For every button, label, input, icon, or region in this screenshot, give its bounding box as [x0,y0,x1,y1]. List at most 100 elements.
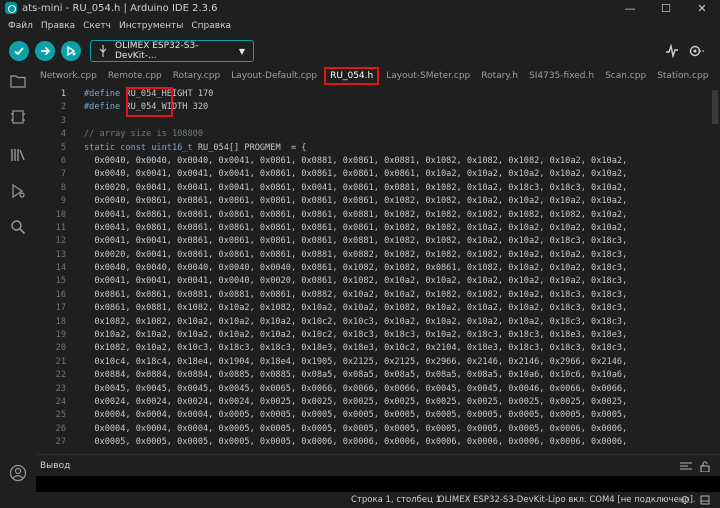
code-line[interactable]: 0x0040, 0x0861, 0x0861, 0x0861, 0x0861, … [84,195,710,208]
tab-station-cpp[interactable]: Station.cpp [653,66,712,86]
title-bar: ats-mini - RU_054.h | Arduino IDE 2.3.6 … [0,0,720,16]
menu-tools[interactable]: Инструменты [115,21,187,31]
code-line[interactable]: 0x0024, 0x0024, 0x0024, 0x0024, 0x0025, … [84,396,710,409]
line-number: 25 [55,410,66,421]
menu-edit[interactable]: Правка [37,21,79,31]
code-line[interactable]: 0x10a2, 0x10a2, 0x10a2, 0x10a2, 0x10a2, … [84,329,710,342]
code-content[interactable]: #define RU_054_HEIGHT 170 #define RU_054_… [84,88,710,450]
serial-plotter-icon[interactable] [665,44,679,58]
account-icon[interactable] [9,464,27,482]
code-line[interactable]: 0x0004, 0x0004, 0x0004, 0x0005, 0x0005, … [84,423,710,436]
serial-monitor-icon[interactable] [688,44,706,58]
output-toggle-icon[interactable] [700,495,710,508]
code-line[interactable]: 0x0005, 0x0005, 0x0005, 0x0005, 0x0005, … [84,436,710,449]
scrollbar-thumb[interactable] [712,90,718,124]
arduino-logo-icon [5,2,17,14]
tab-si4735-fixed-h[interactable]: SI4735-fixed.h [525,66,598,86]
editor-tabs: Network.cpp Remote.cpp Rotary.cpp Layout… [36,66,720,86]
code-line[interactable] [84,115,710,128]
line-number: 17 [55,303,66,314]
output-panel-header: Вывод [36,454,720,476]
debug-icon [67,45,76,57]
line-number: 12 [55,236,66,247]
activity-sidebar [0,66,36,508]
board-status[interactable]: OLIMEX ESP32-S3-DevKit-Lipo вкл. COM4 [н… [438,495,696,505]
line-number: 13 [55,249,66,260]
line-number: 1 [60,89,66,99]
vertical-scrollbar[interactable] [710,86,720,454]
close-button[interactable]: ✕ [684,0,720,16]
line-number: 27 [55,437,66,448]
menu-sketch[interactable]: Скетч [79,21,115,31]
code-line[interactable]: 0x0861, 0x0861, 0x0881, 0x0881, 0x0861, … [84,289,710,302]
debug-button[interactable] [61,41,81,61]
tab-network-cpp[interactable]: Network.cpp [36,66,101,86]
chevron-down-icon: ▼ [238,46,245,56]
code-line[interactable]: 0x0040, 0x0040, 0x0040, 0x0040, 0x0040, … [84,262,710,275]
line-number: 11 [55,222,66,233]
line-number: 26 [55,423,66,434]
library-icon[interactable] [9,146,27,164]
code-line[interactable]: 0x10c4, 0x18c4, 0x18e4, 0x1904, 0x18e4, … [84,356,710,369]
code-line[interactable]: 0x1082, 0x10a2, 0x10c3, 0x18c3, 0x18c3, … [84,342,710,355]
output-console[interactable] [36,476,720,492]
output-title: Вывод [40,460,71,471]
line-number: 16 [55,289,66,300]
check-icon [14,47,24,56]
line-number: 15 [55,276,66,287]
code-line[interactable]: 0x0020, 0x0041, 0x0041, 0x0041, 0x0861, … [84,182,710,195]
clear-output-icon[interactable] [680,461,692,475]
verify-button[interactable] [9,41,29,61]
line-number: 3 [60,115,66,126]
code-line[interactable]: 0x0041, 0x0861, 0x0861, 0x0861, 0x0861, … [84,209,710,222]
menu-file[interactable]: Файл [4,21,37,31]
folder-icon[interactable] [9,72,27,90]
lock-icon[interactable] [700,461,710,475]
code-line[interactable]: 0x0040, 0x0041, 0x0041, 0x0041, 0x0861, … [84,168,710,181]
maximize-button[interactable]: ☐ [648,0,684,16]
board-selector[interactable]: OLIMEX ESP32-S3-DevKit-... ▼ [90,40,254,62]
line-number: 18 [55,316,66,327]
code-line[interactable]: 0x0020, 0x0041, 0x0861, 0x0861, 0x0861, … [84,249,710,262]
highlight-box [126,87,173,117]
usb-icon [99,45,107,57]
code-line[interactable]: 0x0884, 0x0884, 0x0884, 0x0885, 0x0885, … [84,369,710,382]
minimize-button[interactable]: — [612,0,648,16]
toolbar: OLIMEX ESP32-S3-DevKit-... ▼ [0,36,720,66]
code-line[interactable]: // array size is 108800 [84,128,710,141]
menu-help[interactable]: Справка [187,21,235,31]
code-line[interactable]: 0x1082, 0x1082, 0x10a2, 0x10a2, 0x10a2, … [84,316,710,329]
tab-ru-054-h[interactable]: RU_054.h [324,67,380,85]
line-number-gutter: 1 2 3 4 5 6 7 8 9 10 11 12 13 14 15 16 17 18 19 20 21 22 23 24 2… [36,88,66,450]
code-line[interactable]: 0x0041, 0x0861, 0x0861, 0x0861, 0x0861, … [84,222,710,235]
debug-sidebar-icon[interactable] [9,182,27,200]
line-number: 22 [55,370,66,381]
code-editor[interactable]: 1 2 3 4 5 6 7 8 9 10 11 12 13 14 15 16 17 18 19 20 21 22 23 24 2… [36,86,710,454]
line-number: 7 [60,169,66,180]
code-line[interactable]: 0x0040, 0x0040, 0x0040, 0x0041, 0x0861, … [84,155,710,168]
upload-button[interactable] [35,41,55,61]
code-line[interactable]: #define RU_054_HEIGHT 170 [84,88,710,101]
tab-layout-default-cpp[interactable]: Layout-Default.cpp [227,66,321,86]
code-line[interactable]: #define RU_054_WIDTH 320 [84,101,710,114]
tab-rotary-h[interactable]: Rotary.h [477,66,522,86]
tab-layout-smeter-cpp[interactable]: Layout-SMeter.cpp [382,66,474,86]
notification-bell-icon[interactable] [680,495,690,508]
cursor-position[interactable]: Строка 1, столбец 1 [351,495,441,505]
code-line[interactable]: 0x0004, 0x0004, 0x0004, 0x0005, 0x0005, … [84,409,710,422]
code-line[interactable]: static const uint16_t RU_054[] PROGMEM =… [84,142,710,155]
line-number: 9 [60,196,66,207]
tab-scan-cpp[interactable]: Scan.cpp [601,66,650,86]
line-number: 14 [55,263,66,274]
line-number: 4 [60,129,66,140]
search-icon[interactable] [9,218,27,236]
line-number: 2 [60,102,66,113]
line-number: 23 [55,383,66,394]
code-line[interactable]: 0x0041, 0x0041, 0x0041, 0x0040, 0x0020, … [84,275,710,288]
board-manager-icon[interactable] [9,108,27,126]
code-line[interactable]: 0x0041, 0x0041, 0x0861, 0x0861, 0x0861, … [84,235,710,248]
code-line[interactable]: 0x0045, 0x0045, 0x0045, 0x0045, 0x0065, … [84,383,710,396]
tab-remote-cpp[interactable]: Remote.cpp [104,66,166,86]
code-line[interactable]: 0x0861, 0x0881, 0x1082, 0x10a2, 0x1082, … [84,302,710,315]
tab-rotary-cpp[interactable]: Rotary.cpp [169,66,224,86]
